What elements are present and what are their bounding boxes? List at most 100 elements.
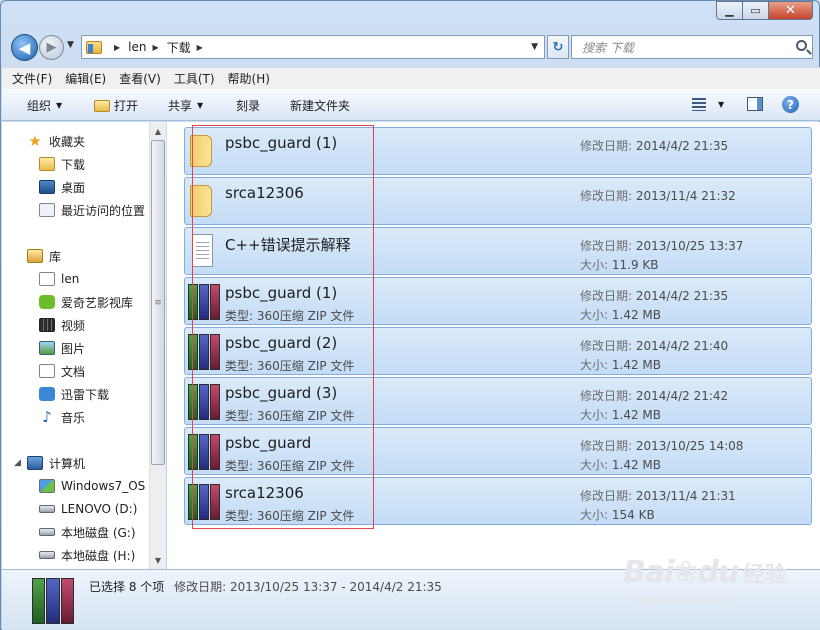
nav-pane-scrollbar[interactable]: ▲ ≡ ▼ <box>149 122 166 569</box>
view-options-icon[interactable] <box>692 98 706 111</box>
file-modified: 修改日期: 2013/11/4 21:32 <box>580 187 736 204</box>
file-type: 类型: 360压缩 ZIP 文件 <box>225 307 354 324</box>
hard-drive-icon <box>39 528 55 536</box>
new-folder-button[interactable]: 新建文件夹 <box>290 97 350 114</box>
chevron-down-icon[interactable]: ▼ <box>718 100 724 109</box>
nav-libraries[interactable]: 库 <box>27 245 61 267</box>
file-row[interactable]: psbc_guard (1) 修改日期: 2014/4/2 21:35 <box>184 127 812 175</box>
expand-triangle-icon[interactable]: ◢ <box>14 458 21 468</box>
selected-count: 已选择 8 个项 <box>89 580 165 594</box>
menu-bar: 文件(F) 编辑(E) 查看(V) 工具(T) 帮助(H) <box>2 67 820 89</box>
desktop-icon <box>39 180 55 194</box>
size-value: 154 KB <box>611 508 655 522</box>
file-modified: 修改日期: 2014/4/2 21:40 <box>580 337 728 354</box>
forward-button[interactable]: ▶ <box>39 35 64 60</box>
breadcrumb-downloads[interactable]: 下载 <box>167 39 191 56</box>
modified-value: 2014/4/2 21:42 <box>635 389 729 403</box>
file-name: srca12306 <box>225 184 304 202</box>
file-name: psbc_guard (2) <box>225 334 338 352</box>
nav-label: 本地磁盘 (H:) <box>61 548 136 563</box>
chevron-right-icon[interactable]: ▶ <box>197 43 203 52</box>
preview-pane-icon[interactable] <box>747 97 763 111</box>
organize-label: 组织 <box>27 99 52 113</box>
star-icon: ★ <box>28 132 42 150</box>
nav-computer[interactable]: 计算机 <box>27 452 85 474</box>
modified-value: 2013/10/25 13:37 <box>635 239 744 253</box>
nav-drive-h[interactable]: 本地磁盘 (H:) <box>39 544 135 566</box>
address-bar[interactable]: ▶ len ▶ 下载 ▶ ▼ <box>81 35 545 59</box>
size-label: 大小: <box>580 408 609 422</box>
file-modified: 修改日期: 2014/4/2 21:35 <box>580 287 728 304</box>
nav-len[interactable]: len <box>39 268 79 290</box>
search-icon[interactable] <box>796 40 807 51</box>
file-size: 大小: 11.9 KB <box>580 256 659 273</box>
file-row[interactable]: psbc_guard (3) 类型: 360压缩 ZIP 文件 修改日期: 20… <box>184 377 812 425</box>
file-row[interactable]: srca12306 修改日期: 2013/11/4 21:32 <box>184 177 812 225</box>
file-row[interactable]: psbc_guard (2) 类型: 360压缩 ZIP 文件 修改日期: 20… <box>184 327 812 375</box>
back-button[interactable]: ◀ <box>11 34 38 61</box>
maximize-button[interactable]: ▭ <box>743 1 769 20</box>
nav-drive-c[interactable]: Windows7_OS ( <box>39 475 154 497</box>
selection-summary: 已选择 8 个项 修改日期: 2013/10/25 13:37 - 2014/4… <box>89 578 442 595</box>
chevron-right-icon[interactable]: ▶ <box>114 43 120 52</box>
nav-xunlei[interactable]: 迅雷下载 <box>39 383 109 405</box>
nav-music[interactable]: ♪ 音乐 <box>39 406 85 428</box>
nav-drive-g[interactable]: 本地磁盘 (G:) <box>39 521 136 543</box>
nav-label: 下载 <box>61 157 86 172</box>
folder-icon <box>190 135 212 167</box>
nav-pictures[interactable]: 图片 <box>39 337 85 359</box>
chevron-down-icon: ▼ <box>197 101 204 110</box>
nav-label: 库 <box>49 249 62 264</box>
nav-videos[interactable]: 视频 <box>39 314 85 336</box>
open-button[interactable]: 打开 <box>94 97 138 114</box>
chevron-right-icon[interactable]: ▶ <box>152 43 158 52</box>
recent-pages-dropdown[interactable]: ▼ <box>67 40 74 50</box>
nav-label: 图片 <box>61 341 86 356</box>
burn-button[interactable]: 刻录 <box>236 97 260 114</box>
size-value: 11.9 KB <box>611 258 659 272</box>
chevron-down-icon: ▼ <box>56 101 63 110</box>
nav-favorites[interactable]: ★ 收藏夹 <box>27 130 85 152</box>
pictures-icon <box>39 341 55 355</box>
zip-archive-icon <box>188 334 220 370</box>
nav-recent-places[interactable]: 最近访问的位置 <box>39 199 145 221</box>
watermark-cn: 经验 <box>742 563 787 588</box>
breadcrumb-len[interactable]: len <box>128 40 146 54</box>
scroll-thumb[interactable]: ≡ <box>151 140 165 465</box>
file-row[interactable]: psbc_guard (1) 类型: 360压缩 ZIP 文件 修改日期: 20… <box>184 277 812 325</box>
menu-edit[interactable]: 编辑(E) <box>65 70 106 87</box>
modified-value: 2013/11/4 21:31 <box>635 489 736 503</box>
file-row[interactable]: C++错误提示解释 修改日期: 2013/10/25 13:37 大小: 11.… <box>184 227 812 275</box>
hard-drive-icon <box>39 551 55 559</box>
share-label: 共享 <box>168 99 193 113</box>
refresh-button[interactable]: ↻ <box>547 35 569 59</box>
help-icon[interactable]: ? <box>782 96 799 113</box>
scroll-down-arrow[interactable]: ▼ <box>150 552 166 568</box>
libraries-icon <box>27 249 43 263</box>
file-row[interactable]: srca12306 类型: 360压缩 ZIP 文件 修改日期: 2013/11… <box>184 477 812 525</box>
file-type: 类型: 360压缩 ZIP 文件 <box>225 357 354 374</box>
modified-value: 2014/4/2 21:35 <box>635 289 729 303</box>
nav-drive-d[interactable]: LENOVO (D:) <box>39 498 137 520</box>
minimize-button[interactable]: ▁ <box>716 1 743 20</box>
scroll-up-arrow[interactable]: ▲ <box>150 123 166 139</box>
file-row[interactable]: psbc_guard 类型: 360压缩 ZIP 文件 修改日期: 2013/1… <box>184 427 812 475</box>
menu-tools[interactable]: 工具(T) <box>174 70 215 87</box>
nav-iqiyi[interactable]: 爱奇艺影视库 <box>39 291 133 313</box>
close-button[interactable]: ✕ <box>769 1 813 20</box>
menu-file[interactable]: 文件(F) <box>12 70 52 87</box>
organize-button[interactable]: 组织 ▼ <box>27 97 62 114</box>
type-value: 360压缩 ZIP 文件 <box>256 309 355 323</box>
search-input[interactable]: 搜索 下载 <box>571 35 813 59</box>
nav-downloads[interactable]: 下载 <box>39 153 85 175</box>
nav-documents[interactable]: 文档 <box>39 360 85 382</box>
menu-view[interactable]: 查看(V) <box>119 70 161 87</box>
menu-help[interactable]: 帮助(H) <box>228 70 270 87</box>
size-label: 大小: <box>580 308 609 322</box>
open-folder-icon <box>94 99 110 112</box>
downloads-folder-icon <box>39 157 55 171</box>
nav-desktop[interactable]: 桌面 <box>39 176 85 198</box>
chevron-down-icon[interactable]: ▼ <box>531 42 538 52</box>
share-button[interactable]: 共享 ▼ <box>168 97 203 114</box>
modified-value: 2013/11/4 21:32 <box>635 189 736 203</box>
